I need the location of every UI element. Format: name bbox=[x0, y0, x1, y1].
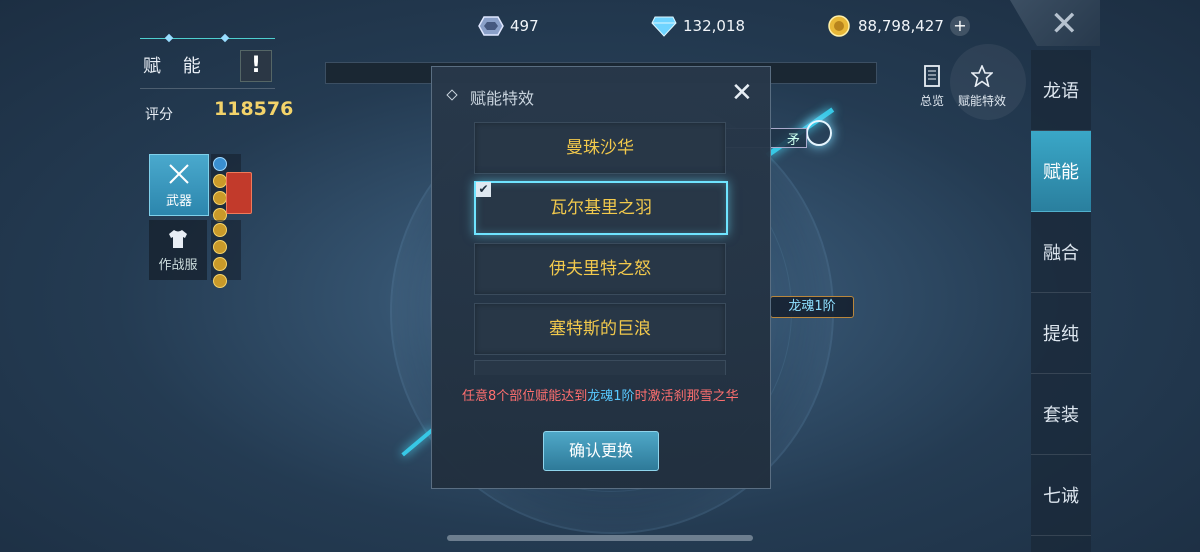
energy-streak bbox=[401, 427, 435, 457]
divider-dot bbox=[164, 33, 174, 43]
nav-item-empower[interactable]: 赋能 bbox=[1031, 131, 1091, 212]
gold-count: 88,798,427 bbox=[858, 17, 944, 35]
rune-icon bbox=[213, 174, 227, 188]
close-screen-button[interactable]: ✕ bbox=[1010, 0, 1100, 46]
glow-node bbox=[806, 120, 832, 146]
rune-icon bbox=[213, 191, 227, 205]
nav-item-dragon-language[interactable]: 龙语 bbox=[1031, 50, 1091, 131]
red-card-icon bbox=[226, 172, 252, 214]
rune-icon bbox=[213, 240, 227, 254]
effects-label: 赋能特效 bbox=[958, 94, 1007, 108]
notebook-icon bbox=[920, 64, 944, 88]
crossed-swords-icon bbox=[167, 162, 191, 190]
effects-button[interactable]: 赋能特效 bbox=[958, 64, 1006, 109]
shirt-icon bbox=[167, 228, 189, 254]
weapon-slot[interactable]: 武器 bbox=[149, 154, 209, 216]
panel-title: 赋 能 bbox=[143, 56, 209, 77]
nav-item-set[interactable]: 套装 bbox=[1031, 374, 1091, 455]
nav-item-seven-commandments[interactable]: 七诫 bbox=[1031, 455, 1091, 536]
rune-icon bbox=[213, 274, 227, 288]
effect-option[interactable]: 伊夫里特之怒 bbox=[474, 243, 726, 295]
score-label: 评分 bbox=[145, 107, 173, 123]
diamond-icon bbox=[651, 15, 677, 37]
rune-icon bbox=[213, 157, 227, 171]
overview-button[interactable]: 总览 bbox=[920, 64, 944, 109]
overview-label: 总览 bbox=[920, 94, 945, 108]
effect-option-partial[interactable] bbox=[474, 360, 726, 375]
divider-dot bbox=[220, 33, 230, 43]
dialog-title: 赋能特效 bbox=[470, 89, 535, 108]
crystal-count: 497 bbox=[510, 17, 539, 35]
activation-hint: 任意8个部位赋能达到龙魂1阶时激活刹那雪之华 bbox=[462, 387, 747, 407]
gold-currency: 88,798,427 + bbox=[826, 14, 970, 38]
divider bbox=[140, 38, 275, 39]
right-nav: 龙语 赋能 融合 提纯 套装 七诫 bbox=[1031, 50, 1091, 552]
effect-option[interactable]: 塞特斯的巨浪 bbox=[474, 303, 726, 355]
close-icon: ✕ bbox=[1050, 4, 1079, 44]
confirm-change-button[interactable]: 确认更换 bbox=[543, 431, 659, 471]
checkmark-icon: ✔ bbox=[476, 182, 491, 197]
hint-text: 时激活刹那雪之华 bbox=[634, 389, 739, 404]
weapon-label: 武器 bbox=[165, 193, 192, 209]
gold-coin-icon bbox=[826, 15, 852, 37]
effect-option[interactable]: 曼珠沙华 bbox=[474, 122, 726, 174]
nav-item-fuse[interactable]: 融合 bbox=[1031, 212, 1091, 293]
home-indicator[interactable] bbox=[447, 535, 753, 541]
diamond-count: 132,018 bbox=[683, 17, 746, 35]
diamond-currency: 132,018 bbox=[651, 14, 745, 38]
suit-rune-column bbox=[211, 220, 241, 288]
combat-suit-slot[interactable]: 作战服 bbox=[149, 220, 207, 280]
star-icon bbox=[970, 64, 994, 88]
info-button[interactable]: ! bbox=[240, 50, 272, 82]
score-value: 118576 bbox=[214, 98, 294, 120]
nav-item-refine[interactable]: 提纯 bbox=[1031, 293, 1091, 374]
dragon-soul-tag: 龙魂1阶 bbox=[770, 296, 854, 318]
hint-highlight: 龙魂1阶 bbox=[587, 389, 635, 404]
effect-option-selected[interactable]: 瓦尔基里之羽 bbox=[474, 181, 728, 235]
add-currency-button[interactable]: + bbox=[949, 16, 970, 36]
crystal-icon bbox=[478, 15, 504, 37]
rune-icon bbox=[213, 223, 227, 237]
hint-text: 任意8个部位赋能达到 bbox=[462, 389, 588, 404]
rune-icon bbox=[213, 257, 227, 271]
combat-suit-label: 作战服 bbox=[158, 257, 198, 273]
divider bbox=[140, 88, 275, 89]
dialog-close-button[interactable]: ✕ bbox=[731, 78, 753, 108]
crystal-currency: 497 bbox=[478, 14, 539, 38]
